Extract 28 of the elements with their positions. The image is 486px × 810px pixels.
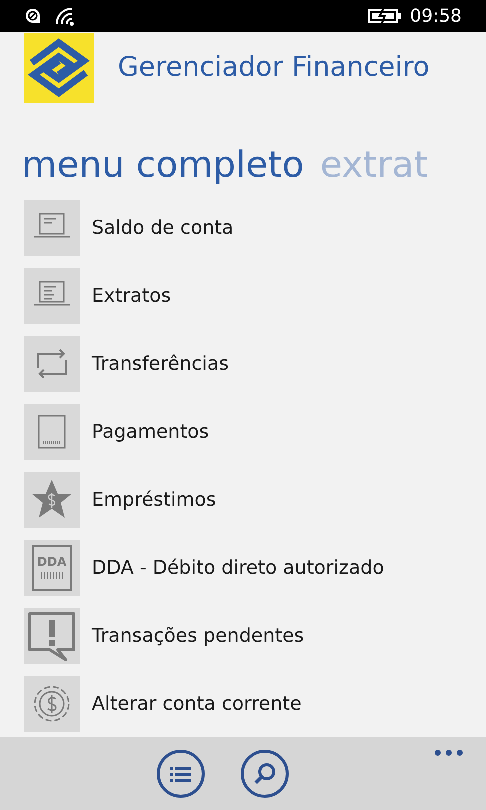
- data-sense-icon: [24, 7, 42, 25]
- menu-item[interactable]: Transferências: [24, 336, 486, 392]
- battery-charging-icon: [368, 7, 402, 25]
- dda-icon: DDA: [24, 540, 80, 596]
- more-icon[interactable]: [434, 749, 464, 757]
- menu-item[interactable]: Extratos: [24, 268, 486, 324]
- bank-logo: [24, 33, 94, 103]
- menu-item[interactable]: Pagamentos: [24, 404, 486, 460]
- speech-bubble-alert-icon: [24, 608, 80, 664]
- repeat-arrows-icon: [24, 336, 80, 392]
- laptop-icon: [24, 268, 80, 324]
- gear-dollar-icon: [24, 676, 80, 732]
- menu-item[interactable]: DDA DDA - Débito direto autorizado: [24, 540, 486, 596]
- menu-item[interactable]: Empréstimos: [24, 472, 486, 528]
- app-title: Gerenciador Financeiro: [118, 50, 430, 85]
- star-dollar-icon: [24, 472, 80, 528]
- pivot-header[interactable]: menu completo: [22, 148, 304, 184]
- menu-item[interactable]: Transações pendentes: [24, 608, 486, 664]
- barcode-slip-icon: [24, 404, 80, 460]
- menu-item[interactable]: Saldo de conta: [24, 200, 486, 256]
- search-icon: [253, 762, 277, 786]
- list-icon: [170, 764, 192, 782]
- wifi-signal-icon: [54, 6, 76, 26]
- status-time: 09:58: [410, 4, 462, 28]
- menu-item[interactable]: Alterar conta corrente: [24, 676, 486, 732]
- laptop-icon: [24, 200, 80, 256]
- search-button[interactable]: [241, 750, 289, 798]
- list-button[interactable]: [157, 750, 205, 798]
